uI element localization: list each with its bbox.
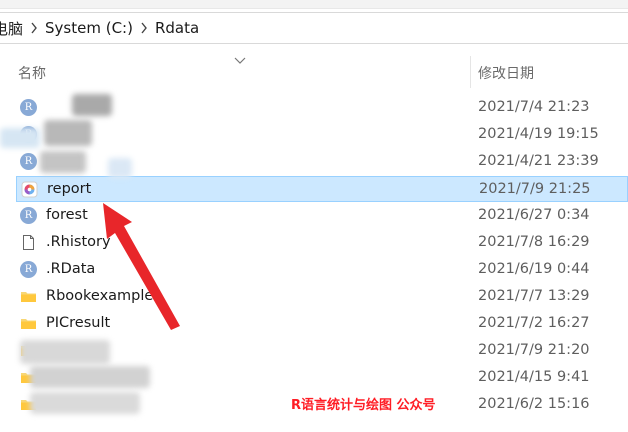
redaction-blur <box>40 151 86 173</box>
r-file-icon: R <box>20 261 37 278</box>
breadcrumb-rdata[interactable]: Rdata <box>155 19 199 37</box>
column-divider[interactable] <box>470 56 471 88</box>
file-name: .Rhistory <box>46 234 111 250</box>
redaction-blur <box>72 94 112 116</box>
file-row[interactable]: R .RData 2021/6/19 0:44 <box>16 257 628 283</box>
redaction-blur <box>30 366 150 388</box>
file-date: 2021/7/9 21:25 <box>479 181 591 197</box>
blank-file-icon <box>20 234 37 251</box>
file-date: 2021/4/19 19:15 <box>478 126 599 142</box>
file-row[interactable]: PICresult 2021/7/2 16:27 <box>16 311 628 337</box>
file-name: PICresult <box>46 315 111 331</box>
file-date: 2021/7/2 16:27 <box>478 315 590 331</box>
file-name: .RData <box>46 261 96 277</box>
file-name: report <box>47 181 92 197</box>
breadcrumb-this-pc[interactable]: 电脑 <box>0 18 23 39</box>
folder-icon <box>20 288 37 305</box>
file-row[interactable]: .Rhistory 2021/7/8 16:29 <box>16 230 628 256</box>
redaction-blur <box>20 340 110 364</box>
file-row[interactable]: Rbookexample 2021/7/7 13:29 <box>16 284 628 310</box>
file-date: 2021/4/21 23:39 <box>478 153 599 169</box>
chevron-right-icon[interactable] <box>23 21 45 36</box>
sort-chevron-icon[interactable] <box>234 53 246 69</box>
watermark-text: R语言统计与绘图 公众号 <box>291 398 436 413</box>
file-date: 2021/6/2 15:16 <box>478 396 590 412</box>
redaction-blur <box>108 158 132 178</box>
file-date: 2021/6/27 0:34 <box>478 207 590 223</box>
column-header: 名称 修改日期 <box>0 56 628 88</box>
file-date: 2021/7/8 16:29 <box>478 234 590 250</box>
rstudio-file-icon <box>21 181 38 198</box>
breadcrumb-system-c[interactable]: System (C:) <box>45 19 133 37</box>
address-bar[interactable]: 电脑 System (C:) Rdata <box>0 12 628 44</box>
file-row[interactable]: R forest 2021/6/27 0:34 <box>16 203 628 229</box>
file-date: 2021/7/4 21:23 <box>478 99 590 115</box>
window-top-strip <box>0 0 628 9</box>
file-row[interactable]: R 2021/4/19 19:15 <box>16 122 628 148</box>
redaction-blur <box>44 120 92 146</box>
file-date: 2021/6/19 0:44 <box>478 261 590 277</box>
redaction-blur <box>30 392 140 414</box>
r-file-icon: R <box>20 153 37 170</box>
file-date: 2021/4/15 9:41 <box>478 369 590 385</box>
column-header-name[interactable]: 名称 <box>18 63 46 83</box>
folder-icon <box>20 315 37 332</box>
column-header-date[interactable]: 修改日期 <box>478 63 534 83</box>
file-name: Rbookexample <box>46 288 154 304</box>
file-date: 2021/7/7 13:29 <box>478 288 590 304</box>
r-file-icon: R <box>20 207 37 224</box>
redaction-blur <box>0 128 40 148</box>
chevron-right-icon[interactable] <box>133 21 155 36</box>
r-file-icon: R <box>20 99 37 116</box>
file-name: forest <box>46 207 88 223</box>
file-date: 2021/7/9 21:20 <box>478 342 590 358</box>
file-row-selected[interactable]: report 2021/7/9 21:25 <box>16 176 628 202</box>
